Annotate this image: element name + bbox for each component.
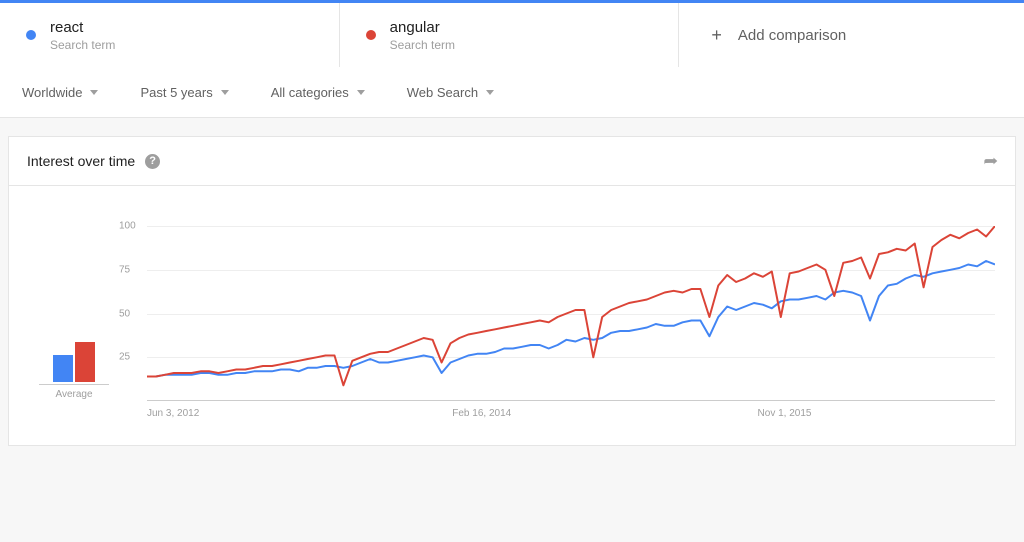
term-dot-react [26,30,36,40]
filter-category-label: All categories [271,85,349,100]
term-name: react [50,19,115,36]
filter-region-label: Worldwide [22,85,82,100]
term-text-react: react Search term [50,19,115,52]
average-label: Average [55,389,92,400]
average-bar-angular [75,342,95,382]
chevron-down-icon [90,90,98,95]
term-card-react[interactable]: react Search term [0,3,340,67]
average-panel: Average [29,302,119,421]
chart-svg [119,226,995,421]
term-dot-angular [366,30,376,40]
add-comparison-label: Add comparison [738,27,846,44]
term-text-angular: angular Search term [390,19,455,52]
filter-searchtype[interactable]: Web Search [407,85,494,100]
series-line-angular [147,226,995,385]
chevron-down-icon [357,90,365,95]
average-baseline [39,384,109,385]
filter-category[interactable]: All categories [271,85,365,100]
help-icon[interactable]: ? [145,154,160,169]
card-header: Interest over time ? ➦ [9,137,1015,186]
series-line-react [147,261,995,377]
interest-over-time-card: Interest over time ? ➦ Average 255075100… [8,136,1016,446]
term-type: Search term [50,38,115,52]
term-name: angular [390,19,455,36]
filter-region[interactable]: Worldwide [22,85,98,100]
filters-row: Worldwide Past 5 years All categories We… [0,67,1024,117]
chevron-down-icon [486,90,494,95]
average-bar-react [53,355,73,382]
term-type: Search term [390,38,455,52]
card-title: Interest over time [27,153,135,169]
comparison-header: react Search term angular Search term + … [0,0,1024,118]
trend-line-chart: 255075100Jun 3, 2012Feb 16, 2014Nov 1, 2… [119,226,995,421]
chart-body: Average 255075100Jun 3, 2012Feb 16, 2014… [9,186,1015,445]
add-comparison-button[interactable]: + Add comparison [679,3,1024,67]
filter-searchtype-label: Web Search [407,85,478,100]
term-card-angular[interactable]: angular Search term [340,3,680,67]
share-icon[interactable]: ➦ [983,151,998,171]
plus-icon: + [711,26,722,44]
chevron-down-icon [221,90,229,95]
filter-time-label: Past 5 years [140,85,212,100]
filter-time[interactable]: Past 5 years [140,85,228,100]
terms-row: react Search term angular Search term + … [0,3,1024,67]
average-bars [53,302,95,382]
